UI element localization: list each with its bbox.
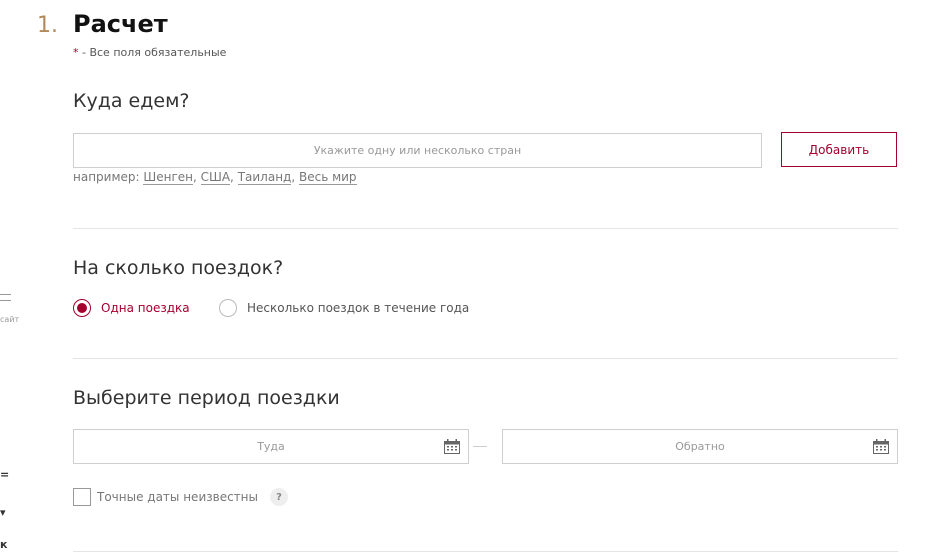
unknown-dates-checkbox[interactable]: Точные даты неизвестны ?	[73, 488, 288, 506]
date-to-placeholder: Обратно	[675, 440, 725, 453]
radio-circle	[219, 299, 237, 317]
example-link-usa[interactable]: США	[200, 170, 231, 185]
radio-label: Несколько поездок в течение года	[247, 301, 470, 315]
date-from-input[interactable]: Туда	[73, 429, 469, 464]
page-title: Расчет	[73, 10, 168, 38]
examples-line: например: Шенген, США, Таиланд, Весь мир	[73, 170, 357, 185]
step-number: 1.	[37, 13, 58, 38]
section-divider	[73, 358, 898, 359]
site-label: сайт	[0, 315, 20, 324]
example-link-world[interactable]: Весь мир	[298, 170, 357, 185]
example-link-thailand[interactable]: Таиланд	[237, 170, 292, 185]
destination-title: Куда едем?	[73, 90, 190, 112]
date-from-placeholder: Туда	[257, 440, 285, 453]
unknown-dates-label: Точные даты неизвестны	[97, 490, 258, 504]
menu-icon[interactable]	[0, 294, 11, 301]
radio-label: Одна поездка	[101, 301, 190, 315]
example-link-schengen[interactable]: Шенген	[143, 170, 193, 185]
calendar-icon[interactable]	[873, 439, 889, 454]
date-range-dash	[473, 446, 487, 447]
checkbox-box[interactable]	[73, 488, 91, 506]
required-text: - Все поля обязательные	[78, 46, 227, 59]
required-note: * - Все поля обязательные	[73, 46, 226, 59]
trips-title: На сколько поездок?	[73, 257, 284, 279]
section-divider	[73, 228, 898, 229]
add-country-button[interactable]: Добавить	[781, 132, 897, 167]
step-header: 1. Расчет	[37, 10, 168, 38]
country-input[interactable]: Укажите одну или несколько стран	[73, 133, 762, 168]
examples-prefix: например:	[73, 170, 140, 184]
radio-circle	[73, 299, 91, 317]
help-icon[interactable]: ?	[269, 488, 288, 506]
social-icon-2[interactable]: ▾	[0, 506, 6, 519]
period-title: Выберите период поездки	[73, 387, 340, 409]
social-icon-1[interactable]: =	[0, 468, 9, 481]
date-to-input[interactable]: Обратно	[502, 429, 898, 464]
section-divider	[73, 551, 898, 552]
calendar-icon[interactable]	[444, 439, 460, 454]
radio-single-trip[interactable]: Одна поездка	[73, 299, 190, 317]
social-icon-3[interactable]: к	[0, 538, 7, 551]
country-input-placeholder: Укажите одну или несколько стран	[313, 144, 522, 157]
radio-multiple-trips[interactable]: Несколько поездок в течение года	[219, 299, 469, 317]
